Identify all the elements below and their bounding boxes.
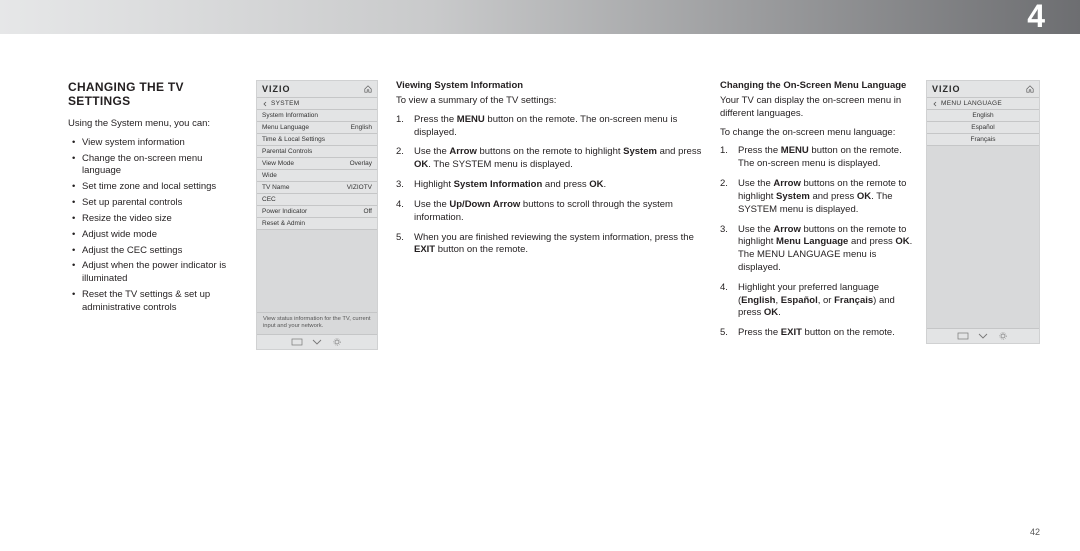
vizio-system-panel: VIZIO SYSTEM System Information Menu Lan… [256, 80, 378, 350]
column-2: Viewing System Information To view a sum… [396, 80, 702, 350]
step-item: Use the Arrow buttons on the remote to h… [720, 224, 916, 275]
column-1: CHANGING THE TV SETTINGS Using the Syste… [68, 80, 378, 350]
bullet-item: Resize the video size [68, 213, 244, 226]
menu-row: Reset & Admin [257, 218, 377, 230]
col3-intro1: Your TV can display the on-screen menu i… [720, 95, 916, 121]
menu-row: Time & Local Settings [257, 134, 377, 146]
col1-intro: Using the System menu, you can: [68, 118, 244, 131]
gear-icon [997, 332, 1009, 340]
col2-heading: Viewing System Information [396, 80, 702, 91]
col3-text: Changing the On-Screen Menu Language You… [720, 80, 916, 350]
vizio-lang-list: English Español Français [927, 110, 1039, 146]
menu-row-label: System Information [262, 112, 318, 119]
step-item: Press the MENU button on the remote. The… [720, 145, 916, 171]
col3-heading: Changing the On-Screen Menu Language [720, 80, 916, 91]
menu-row-value: English [351, 124, 372, 131]
col2-intro: To view a summary of the TV settings: [396, 95, 702, 108]
menu-row-label: TV Name [262, 184, 289, 191]
column-3: Changing the On-Screen Menu Language You… [720, 80, 1040, 350]
vizio-menu-title-row: SYSTEM [257, 98, 377, 110]
step-item: Use the Arrow buttons on the remote to h… [396, 146, 702, 172]
back-icon [932, 101, 938, 107]
menu-row: Parental Controls [257, 146, 377, 158]
vizio-footer [257, 334, 377, 349]
menu-row: Power Indicator Off [257, 206, 377, 218]
bullet-item: Adjust the CEC settings [68, 245, 244, 258]
menu-row-label: View Mode [262, 160, 294, 167]
menu-row: CEC [257, 194, 377, 206]
step-item: Highlight System Information and press O… [396, 179, 702, 192]
chapter-number: 4 [1027, 0, 1046, 35]
col2-steps: Press the MENU button on the remote. The… [396, 114, 702, 257]
vizio-footer [927, 328, 1039, 343]
vizio-menu-title: SYSTEM [271, 100, 300, 107]
vizio-header: VIZIO [257, 81, 377, 98]
wide-icon [957, 332, 969, 340]
step-item: Press the MENU button on the remote. The… [396, 114, 702, 140]
menu-row-label: Menu Language [262, 124, 309, 131]
menu-row-value: Off [363, 208, 372, 215]
menu-row-label: Reset & Admin [262, 220, 305, 227]
section-title: CHANGING THE TV SETTINGS [68, 80, 244, 108]
vizio-system-list: System Information Menu LanguageEnglish … [257, 110, 377, 230]
menu-row-value: Overlay [350, 160, 372, 167]
col3-steps: Press the MENU button on the remote. The… [720, 145, 916, 340]
menu-row-label: Power Indicator [262, 208, 307, 215]
spacer [927, 146, 1039, 328]
lang-row: Français [927, 134, 1039, 146]
col1-bullets: View system information Change the on-sc… [68, 137, 244, 315]
chevron-down-icon [977, 332, 989, 340]
bullet-item: Reset the TV settings & set up administr… [68, 289, 244, 315]
vizio-menu-title-row: MENU LANGUAGE [927, 98, 1039, 110]
menu-row-label: Time & Local Settings [262, 136, 325, 143]
menu-row-label: Parental Controls [262, 148, 312, 155]
step-item: Press the EXIT button on the remote. [720, 327, 916, 340]
page-number: 42 [1030, 527, 1040, 537]
vizio-hint: View status information for the TV, curr… [257, 312, 377, 334]
vizio-logo: VIZIO [932, 84, 961, 94]
vizio-header: VIZIO [927, 81, 1039, 98]
chapter-banner: 4 [0, 0, 1080, 34]
vizio-menu-title: MENU LANGUAGE [941, 100, 1002, 107]
menu-row-label: Wide [262, 172, 277, 179]
lang-row: English [927, 110, 1039, 122]
menu-row: System Information [257, 110, 377, 122]
vizio-language-panel: VIZIO MENU LANGUAGE English Español Fran… [926, 80, 1040, 344]
home-icon [1026, 85, 1034, 93]
col1-text: CHANGING THE TV SETTINGS Using the Syste… [68, 80, 244, 350]
bullet-item: Set time zone and local settings [68, 181, 244, 194]
step-item: Highlight your preferred language (Engli… [720, 282, 916, 320]
menu-row-label: CEC [262, 196, 276, 203]
menu-row: TV Name VIZIOTV [257, 182, 377, 194]
col3-intro2: To change the on-screen menu language: [720, 127, 916, 140]
back-icon [262, 101, 268, 107]
menu-row: View Mode Overlay [257, 158, 377, 170]
spacer [257, 230, 377, 312]
page-content: CHANGING THE TV SETTINGS Using the Syste… [0, 34, 1080, 350]
bullet-item: Change the on-screen menu language [68, 153, 244, 179]
lang-row: Español [927, 122, 1039, 134]
menu-row: Wide [257, 170, 377, 182]
bullet-item: View system information [68, 137, 244, 150]
bullet-item: Set up parental controls [68, 197, 244, 210]
bullet-item: Adjust wide mode [68, 229, 244, 242]
gear-icon [331, 338, 343, 346]
chevron-down-icon [311, 338, 323, 346]
step-item: When you are finished reviewing the syst… [396, 232, 702, 258]
menu-row: Menu Language English [257, 122, 377, 134]
wide-icon [291, 338, 303, 346]
home-icon [364, 85, 372, 93]
bullet-item: Adjust when the power indicator is illum… [68, 260, 244, 286]
vizio-logo: VIZIO [262, 84, 291, 94]
menu-row-value: VIZIOTV [347, 184, 372, 191]
step-item: Use the Up/Down Arrow buttons to scroll … [396, 199, 702, 225]
step-item: Use the Arrow buttons on the remote to h… [720, 178, 916, 216]
